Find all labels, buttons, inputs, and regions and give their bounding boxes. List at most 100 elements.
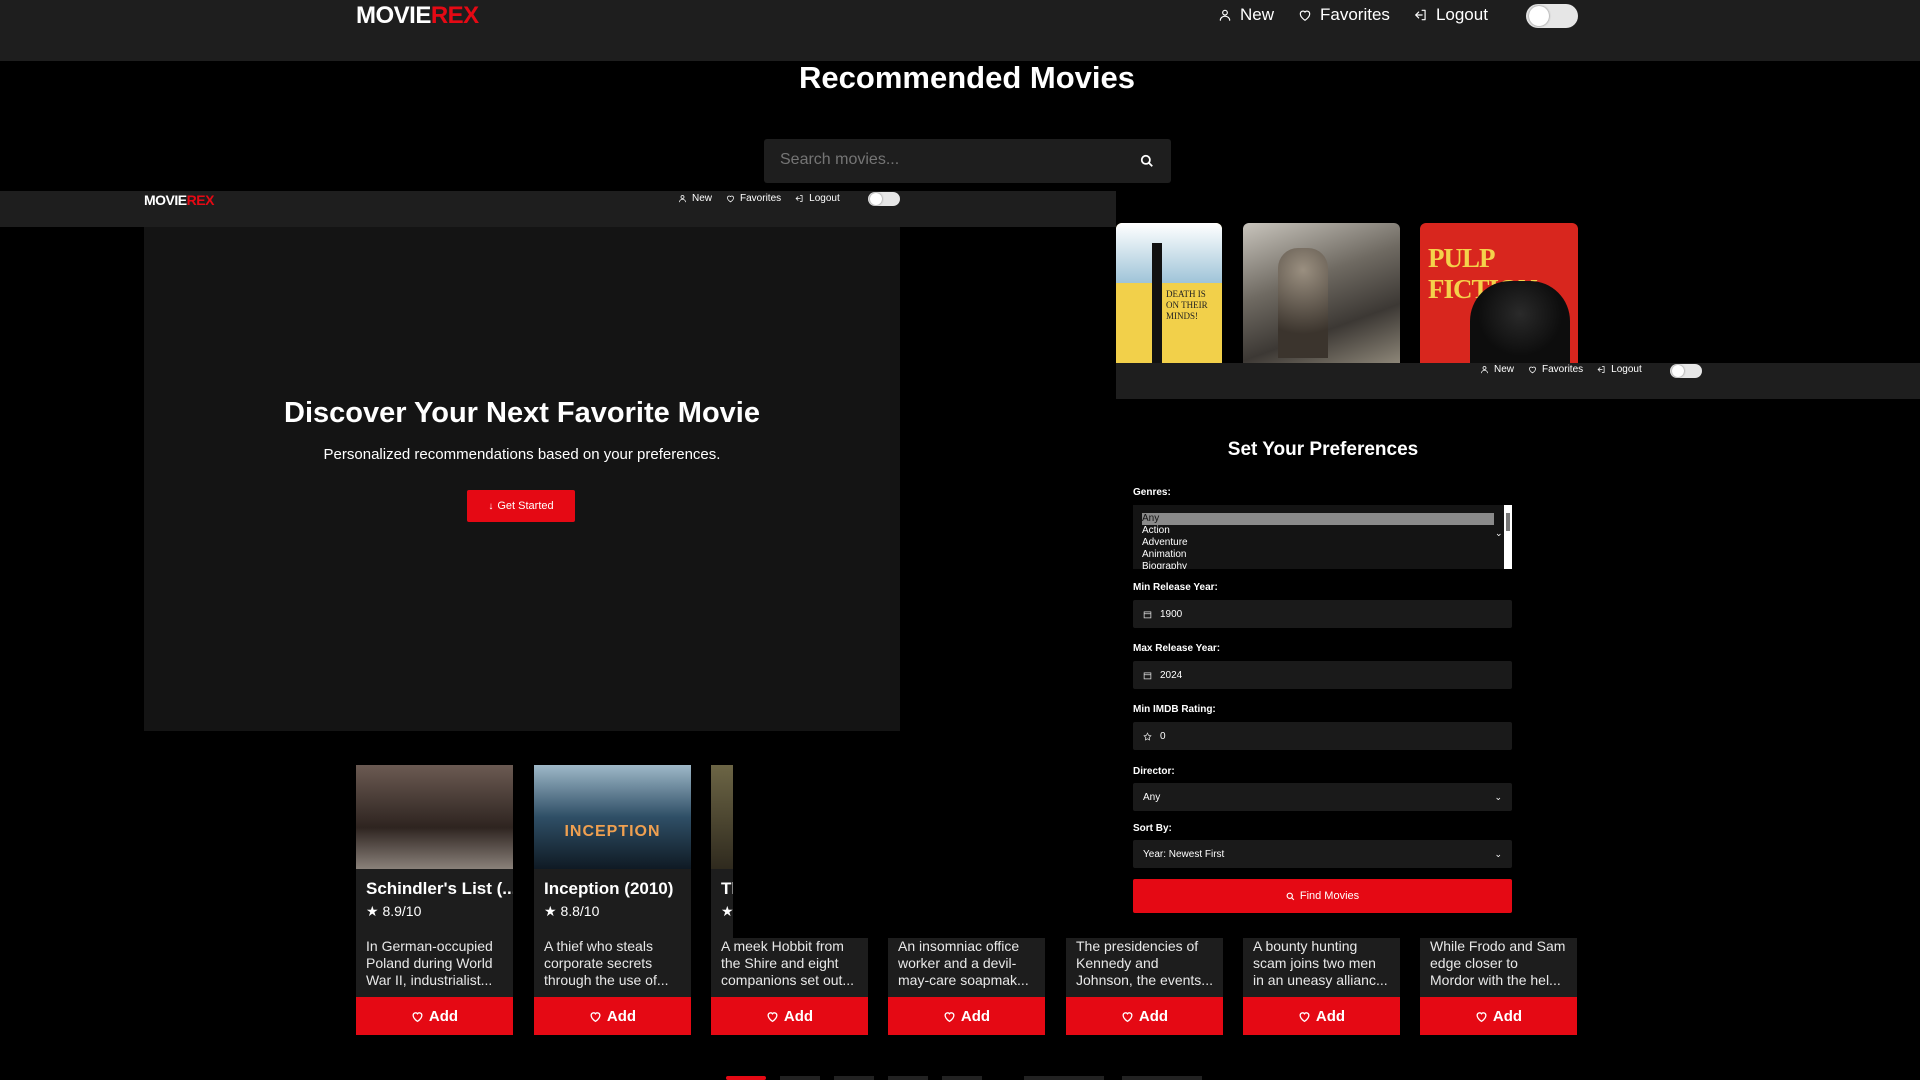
nav-new-link[interactable]: New xyxy=(1480,364,1514,375)
scrollbar-thumb[interactable] xyxy=(1506,513,1510,531)
search-bar xyxy=(764,139,1171,183)
card-rating: ★ 8.9/10 xyxy=(356,903,513,920)
movie-card-lower[interactable]: In German-occupied Poland during World War… xyxy=(356,938,513,1035)
movie-card-lower[interactable]: A bounty hunting scam joins two men in an … xyxy=(1243,938,1400,1035)
movie-card-lower[interactable]: While Frodo and Sam edge closer to Mordor … xyxy=(1420,938,1577,1035)
heart-icon xyxy=(412,1011,423,1022)
genre-option[interactable]: Animation xyxy=(1142,549,1186,561)
genres-select[interactable]: Any Action Adventure Animation Biography… xyxy=(1133,505,1512,569)
add-favorite-button[interactable]: Add xyxy=(1243,997,1400,1035)
calendar-icon xyxy=(1143,611,1152,618)
hero-brand-logo[interactable]: MOVIEREX xyxy=(144,191,214,209)
hero-nav-links: New Favorites Logout xyxy=(678,193,840,204)
add-favorite-button[interactable]: Add xyxy=(711,997,868,1035)
add-favorite-button[interactable]: Add xyxy=(888,997,1045,1035)
hero-title: Discover Your Next Favorite Movie xyxy=(284,397,760,429)
nav-logout-link[interactable]: Logout xyxy=(1597,364,1642,375)
heart-icon xyxy=(1529,366,1536,374)
star-icon xyxy=(1143,731,1152,741)
nav-favorites-link[interactable]: Favorites xyxy=(1528,364,1583,375)
heart-icon xyxy=(1299,10,1311,21)
director-select[interactable]: Any ⌄ xyxy=(1133,783,1512,811)
search-icon[interactable] xyxy=(1140,154,1154,168)
chevron-down-icon: ⌄ xyxy=(1495,528,1503,538)
poster-figure xyxy=(1470,281,1570,363)
card-poster xyxy=(356,765,513,869)
preferences-window: New Favorites Logout Set Your Preference… xyxy=(1116,363,1920,918)
movie-card-lower[interactable]: The presidencies of Kennedy and Johnson, t… xyxy=(1066,938,1223,1035)
top-navbar xyxy=(0,0,1920,61)
card-description: A thief who steals corporate secrets throu… xyxy=(544,938,669,988)
add-favorite-button[interactable]: Add xyxy=(356,997,513,1035)
genre-option[interactable]: Biography xyxy=(1142,561,1187,569)
page-button[interactable] xyxy=(1122,1076,1202,1080)
page-button[interactable] xyxy=(834,1076,874,1080)
card-rating-value: 8.9/10 xyxy=(382,903,422,919)
nav-logout-link[interactable]: Logout xyxy=(1414,5,1488,25)
scrollbar[interactable] xyxy=(1504,505,1512,569)
search-input[interactable] xyxy=(778,150,1122,170)
nav-favorites-label: Favorites xyxy=(1320,5,1390,24)
nav-logout-link[interactable]: Logout xyxy=(795,193,840,204)
movie-card-lower[interactable]: An insomniac office worker and a devil-ma… xyxy=(888,938,1045,1035)
movie-card[interactable]: Tl ★ xyxy=(711,765,733,938)
logout-icon xyxy=(1597,366,1605,373)
card-title: Tl xyxy=(721,879,733,898)
search-icon xyxy=(1286,892,1295,900)
nav-new-label: New xyxy=(1240,5,1275,24)
movie-card-lower[interactable]: A meek Hobbit from the Shire and eight com… xyxy=(711,938,868,1035)
toggle-knob xyxy=(870,193,882,205)
card-title: Inception (2010) xyxy=(544,879,674,898)
theme-toggle[interactable] xyxy=(1526,4,1578,28)
logo-right: REX xyxy=(186,192,215,208)
min-rating-label: Min IMDB Rating: xyxy=(1133,704,1216,715)
movie-card[interactable]: INCEPTION Inception (2010) ★ 8.8/10 xyxy=(534,765,691,938)
page-button[interactable] xyxy=(942,1076,982,1080)
page-button[interactable] xyxy=(888,1076,928,1080)
max-year-input[interactable]: 2024 xyxy=(1133,661,1512,689)
movie-card-lower[interactable]: A thief who steals corporate secrets throu… xyxy=(534,938,691,1035)
min-rating-input[interactable]: 0 xyxy=(1133,722,1512,750)
genre-option[interactable]: Action xyxy=(1142,525,1170,537)
nav-favorites-label: Favorites xyxy=(1542,364,1584,375)
toggle-knob xyxy=(1529,6,1549,26)
heart-icon xyxy=(1476,1011,1487,1022)
card-description: The presidencies of Kennedy and Johnson, t… xyxy=(1076,938,1213,988)
find-movies-button[interactable]: Find Movies xyxy=(1133,879,1512,913)
sort-select[interactable]: Year: Newest First ⌄ xyxy=(1133,840,1512,868)
heart-icon xyxy=(590,1011,601,1022)
hero-window: MOVIEREX New Favorites Logout Discover Y… xyxy=(0,191,1116,938)
genre-option-selected[interactable]: Any xyxy=(1142,513,1494,525)
genres-label: Genres: xyxy=(1133,487,1171,498)
nav-favorites-link[interactable]: Favorites xyxy=(1298,5,1390,25)
poster-pulp-fiction[interactable]: PULP FICTION xyxy=(1420,223,1578,363)
card-description: While Frodo and Sam edge closer to Mordor … xyxy=(1430,938,1566,988)
genre-option[interactable]: Adventure xyxy=(1142,537,1188,549)
chevron-down-icon: ⌄ xyxy=(1494,848,1502,859)
add-favorite-button[interactable]: Add xyxy=(1066,997,1223,1035)
min-year-input[interactable]: 1900 xyxy=(1133,600,1512,628)
nav-favorites-link[interactable]: Favorites xyxy=(726,193,781,204)
movie-card[interactable]: Schindler's List (... ★ 8.9/10 xyxy=(356,765,513,938)
add-favorite-button[interactable]: Add xyxy=(534,997,691,1035)
theme-toggle[interactable] xyxy=(1670,364,1702,378)
arrow-down-icon: ↓ xyxy=(488,500,494,512)
top-nav-links: New Favorites Logout xyxy=(1218,5,1488,25)
poster-lotr[interactable] xyxy=(1243,223,1400,363)
get-started-button[interactable]: ↓ Get Started xyxy=(467,490,575,522)
add-favorite-button[interactable]: Add xyxy=(1420,997,1577,1035)
heart-icon xyxy=(727,195,734,203)
heart-icon xyxy=(944,1011,955,1022)
poster-partial[interactable]: DEATH IS ON THEIR MINDS! xyxy=(1116,223,1222,363)
page-button[interactable] xyxy=(1024,1076,1104,1080)
theme-toggle[interactable] xyxy=(868,192,900,206)
logout-icon xyxy=(1415,9,1426,21)
logo-left: MOVIE xyxy=(144,192,187,208)
card-title: Schindler's List (... xyxy=(366,879,513,898)
brand-logo[interactable]: MOVIEREX xyxy=(356,2,479,30)
hero-panel: Discover Your Next Favorite Movie Person… xyxy=(144,227,900,731)
nav-new-link[interactable]: New xyxy=(1218,5,1274,25)
page-button[interactable] xyxy=(780,1076,820,1080)
page-button-active[interactable] xyxy=(726,1076,766,1080)
nav-new-link[interactable]: New xyxy=(678,193,712,204)
